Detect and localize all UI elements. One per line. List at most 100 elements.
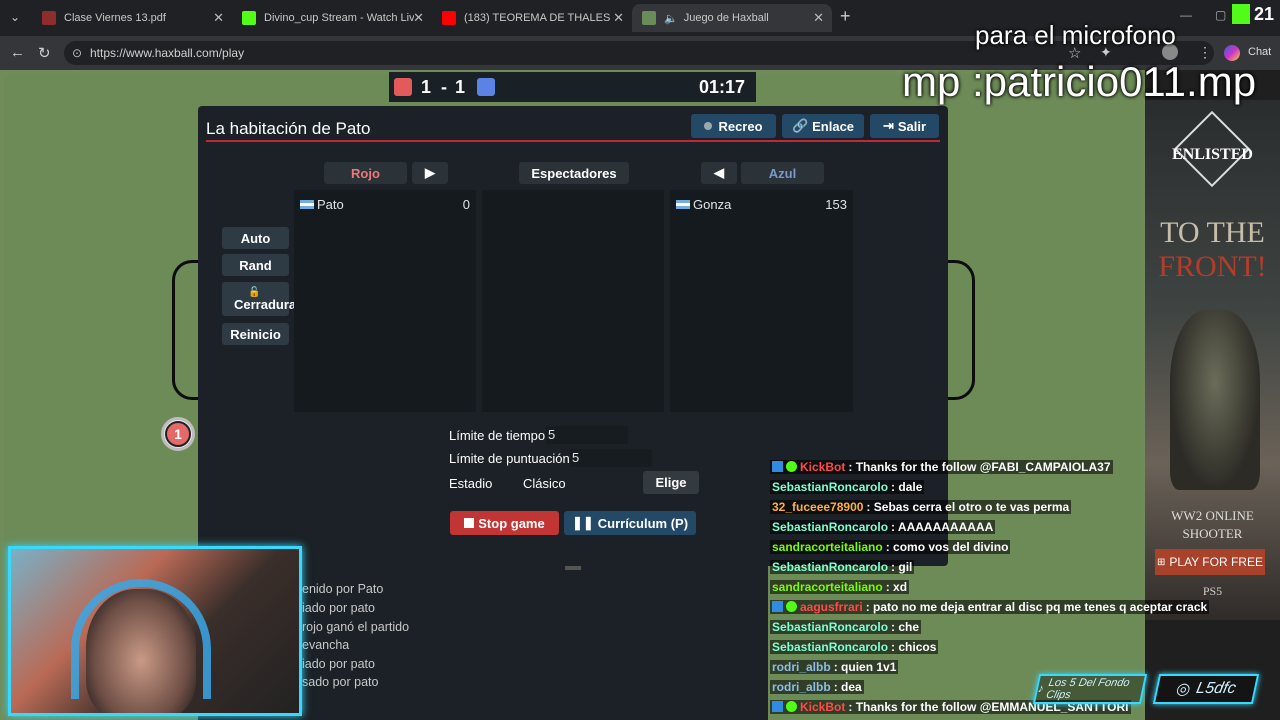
chat-button[interactable]: Chat xyxy=(1248,46,1271,58)
chat-username[interactable]: SebastianRoncarolo xyxy=(772,520,888,534)
chat-separator: : xyxy=(885,580,894,594)
chat-username[interactable]: SebastianRoncarolo xyxy=(772,620,888,634)
chat-message: SebastianRoncarolo: AAAAAAAAAAA xyxy=(770,520,996,534)
overlay-microphone-text: para el microfono xyxy=(975,20,1176,50)
chat-message: 32_fuceee78900: Sebas cerra el otro o te… xyxy=(770,500,1072,514)
chat-username[interactable]: KickBot xyxy=(800,700,845,714)
chat-username[interactable]: sandracorteitaliano xyxy=(772,580,883,594)
play-left-icon: ◀ xyxy=(714,165,724,180)
rand-button[interactable]: Rand xyxy=(222,254,289,276)
recreo-button[interactable]: Recreo xyxy=(691,114,776,138)
auto-button[interactable]: Auto xyxy=(222,227,289,249)
pick-stadium-button[interactable]: Elige xyxy=(643,471,699,494)
chat-username[interactable]: sandracorteitaliano xyxy=(772,540,883,554)
tiktok-handle: Los 5 Del Fondo Clips xyxy=(1044,677,1131,701)
red-team-square xyxy=(394,78,412,96)
ad-headline-2: FRONT! xyxy=(1158,250,1267,283)
player-disc: 1 xyxy=(161,417,195,451)
tab-title: Clase Viernes 13.pdf xyxy=(64,12,166,24)
argentina-flag-icon xyxy=(300,200,314,209)
stop-game-label: Stop game xyxy=(478,515,545,531)
chat-text: dale xyxy=(898,480,923,494)
score-limit-label: Límite de puntuación xyxy=(449,451,570,466)
chat-username[interactable]: SebastianRoncarolo xyxy=(772,560,888,574)
chat-text: Thanks for the follow @FABI_CAMPAIOLA37 xyxy=(855,460,1111,474)
chat-separator: : xyxy=(833,660,842,674)
chat-username[interactable]: aagusfrrari xyxy=(800,600,863,614)
minimize-button[interactable]: — xyxy=(1180,8,1192,22)
tab-youtube[interactable]: (183) TEOREMA DE THALES - Pte 4 ✕ xyxy=(432,4,632,32)
scoreboard: 1 - 1 01:17 xyxy=(389,72,756,102)
new-tab-button[interactable]: + xyxy=(840,6,851,27)
salir-label: Salir xyxy=(897,118,927,134)
score-limit-field[interactable]: 5 xyxy=(570,449,652,467)
blue-team-header[interactable]: Azul xyxy=(741,162,824,184)
chat-separator: : xyxy=(848,460,856,474)
chat-text: chicos xyxy=(898,640,937,654)
blue-score: 1 xyxy=(455,77,466,97)
player-number: 1 xyxy=(165,421,191,447)
bot-badge-icon xyxy=(772,461,783,472)
resize-handle[interactable] xyxy=(565,566,581,570)
curriculum-button[interactable]: ❚❚ Currículum (P) xyxy=(564,511,696,535)
player-entry[interactable]: Pato xyxy=(300,197,344,212)
chat-text: gil xyxy=(898,560,913,574)
instagram-box: ◎ L5dfc xyxy=(1152,674,1260,704)
site-info-icon[interactable]: ⊙ xyxy=(72,41,82,65)
blue-team-list: Gonza 153 xyxy=(670,190,853,412)
bot-badge-icon xyxy=(772,601,783,612)
exit-icon: ⇥ xyxy=(882,118,894,133)
close-icon[interactable]: ✕ xyxy=(813,10,824,26)
close-icon[interactable]: ✕ xyxy=(613,10,624,26)
chat-username[interactable]: rodri_albb xyxy=(772,680,831,694)
spectators-header[interactable]: Espectadores xyxy=(519,162,629,184)
ad-headline-1: TO THE xyxy=(1160,216,1265,249)
tab-haxball[interactable]: 🔈 Juego de Haxball ✕ xyxy=(632,4,832,32)
stop-game-button[interactable]: Stop game xyxy=(450,511,559,535)
pdf-icon xyxy=(42,11,56,25)
player-score: 153 xyxy=(825,197,847,212)
enlace-label: Enlace xyxy=(812,118,855,134)
log-line: evancha xyxy=(302,638,350,652)
close-icon[interactable]: ✕ xyxy=(413,10,424,26)
speaker-icon[interactable]: 🔈 xyxy=(664,12,678,25)
time-limit-field[interactable]: 5 xyxy=(546,426,628,444)
move-left-button[interactable]: ◀ xyxy=(701,162,737,184)
tab-search-icon[interactable]: ⌄ xyxy=(10,10,20,24)
chat-username[interactable]: KickBot xyxy=(800,460,845,474)
lock-button[interactable]: 🔓 Cerradura xyxy=(222,282,296,316)
chat-message: sandracorteitaliano: como vos del divino xyxy=(770,540,1011,554)
chat-username[interactable]: SebastianRoncarolo xyxy=(772,480,888,494)
player-score: 0 xyxy=(462,197,470,212)
kick-icon xyxy=(242,11,256,25)
overlay-mp-text: mp :patricio011.mp xyxy=(902,58,1257,105)
red-team-list: Pato 0 xyxy=(294,190,476,412)
tab-pdf[interactable]: Clase Viernes 13.pdf ✕ xyxy=(32,4,232,32)
enlace-button[interactable]: 🔗 Enlace xyxy=(782,114,864,138)
chat-separator: : xyxy=(891,520,898,534)
tiktok-box: ♪ Los 5 Del Fondo Clips xyxy=(1032,674,1148,704)
player-name: Gonza xyxy=(693,197,732,212)
score-separator: - xyxy=(441,77,447,97)
move-right-button[interactable]: ▶ xyxy=(412,162,448,184)
back-icon[interactable]: ← xyxy=(10,44,25,61)
player-entry[interactable]: Gonza xyxy=(676,197,731,212)
ad-brand: ENLISTED xyxy=(1172,146,1253,163)
restore-button[interactable]: ▢ xyxy=(1215,8,1226,22)
chat-text: como vos del divino xyxy=(893,540,1009,554)
curriculum-label: Currículum (P) xyxy=(597,515,689,531)
bot-badge-icon xyxy=(772,701,783,712)
reinicio-button[interactable]: Reinicio xyxy=(222,323,289,345)
close-icon[interactable]: ✕ xyxy=(213,10,224,26)
red-score: 1 xyxy=(421,77,432,97)
reload-icon[interactable]: ↻ xyxy=(38,44,51,62)
chat-message: KickBot: Thanks for the follow @FABI_CAM… xyxy=(770,460,1113,474)
salir-button[interactable]: ⇥ Salir xyxy=(870,114,939,138)
log-line: iado por pato xyxy=(302,601,375,615)
red-team-header[interactable]: Rojo xyxy=(324,162,407,184)
tab-kick-stream[interactable]: Divino_cup Stream - Watch Live o ✕ xyxy=(232,4,432,32)
chat-username[interactable]: SebastianRoncarolo xyxy=(772,640,888,654)
log-line: sado por pato xyxy=(302,675,379,689)
chat-username[interactable]: rodri_albb xyxy=(772,660,831,674)
chat-username[interactable]: 32_fuceee78900 xyxy=(772,500,863,514)
